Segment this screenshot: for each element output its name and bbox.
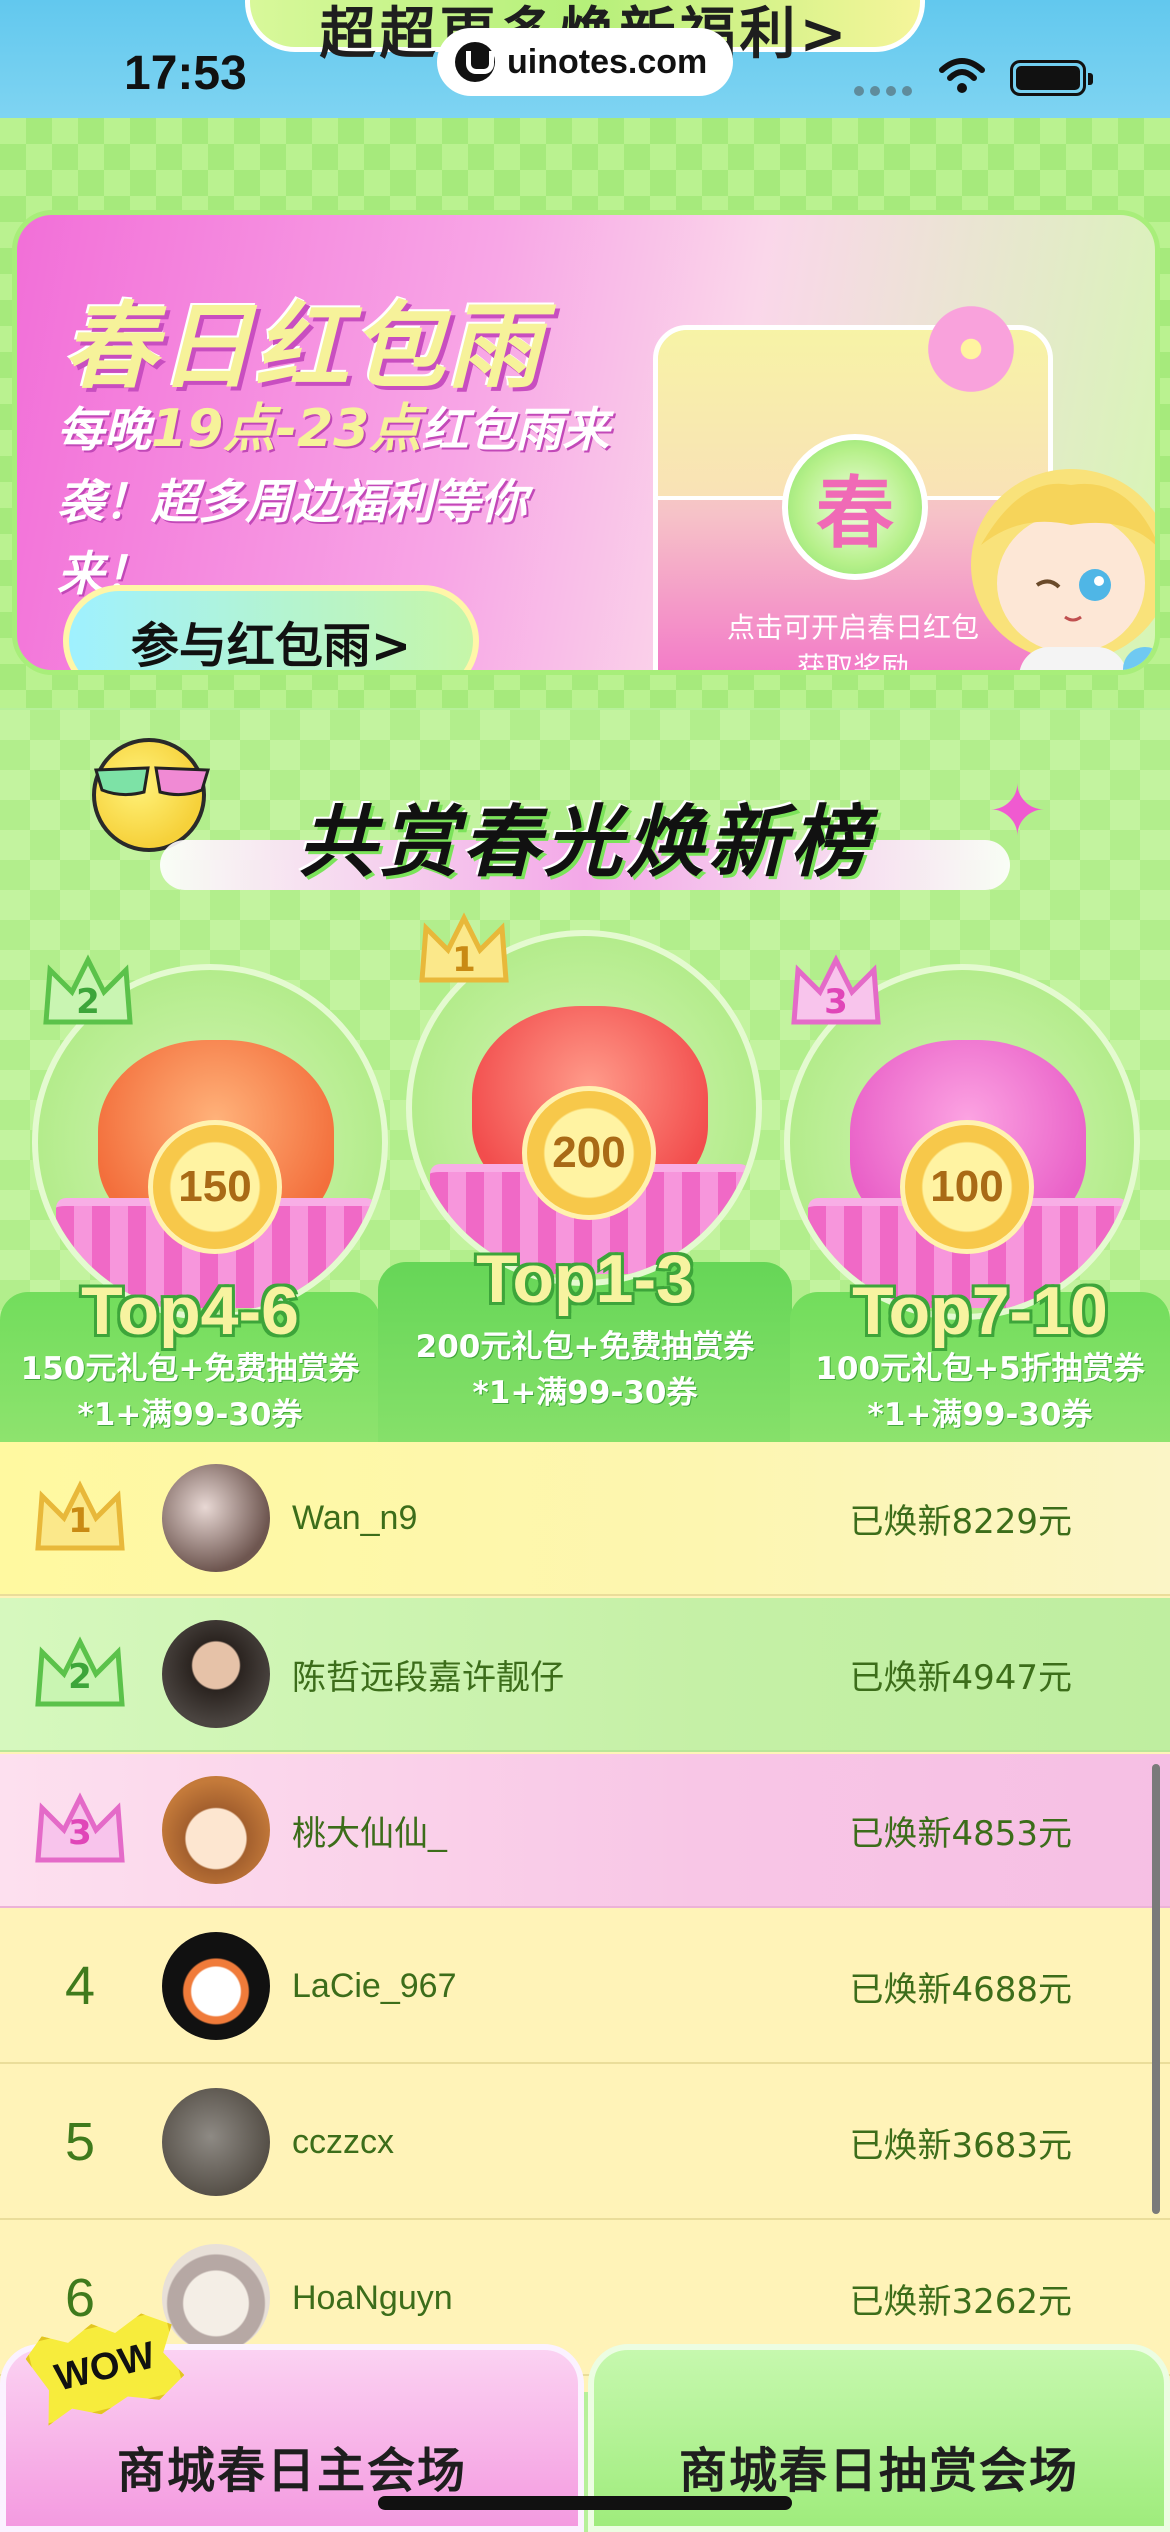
banner-title: 春日红包雨 [63, 293, 544, 402]
leaderboard-row[interactable]: 1 Wan_n9 已焕新8229元 [0, 1442, 1170, 1596]
rank-number: 5 [64, 2112, 96, 2172]
crown-number-2: 2 [76, 982, 100, 1022]
scrollbar[interactable] [1152, 1764, 1160, 2214]
tier-label-1: Top1-3 [476, 1241, 694, 1317]
crown-number-3: 3 [824, 982, 848, 1022]
envelope-tray [591, 670, 1160, 675]
url-text: uinotes.com [507, 42, 708, 81]
rank-badge: 2 [0, 1597, 160, 1751]
leaderboard-list[interactable]: 1 Wan_n9 已焕新8229元 2 陈哲远段嘉许靓仔 已焕新4947元 3 … [0, 1442, 1170, 2392]
main-venue-label: 商城春日主会场 [116, 2443, 467, 2499]
rank-badge: 3 [0, 1753, 160, 1907]
renew-amount: 已焕新3262元 [849, 2281, 1072, 2322]
user-name: HoaNguyn [292, 2278, 453, 2317]
rank-number: 2 [68, 1657, 92, 1697]
avatar[interactable] [162, 2088, 270, 2196]
rank-number: 6 [64, 2268, 96, 2328]
banner-description: 每晚19点-23点红包雨来袭！超多周边福利等你来！ [57, 393, 617, 611]
renew-amount: 已焕新4947元 [849, 1657, 1072, 1698]
status-time: 17:53 [124, 47, 247, 100]
tier-desc-3: 100元礼包+5折抽赏券 *1+满99-30券 [790, 1346, 1170, 1438]
prize-coin: 200 [522, 1086, 656, 1220]
renew-amount: 已焕新3683元 [849, 2125, 1072, 2166]
banner-desc-highlight: 19点-23点 [151, 399, 422, 459]
tier-desc-line1: 150元礼包+免费抽赏券 [20, 1351, 360, 1387]
renew-amount: 已焕新4853元 [849, 1813, 1072, 1854]
join-red-packet-button[interactable]: 参与红包雨> [63, 585, 479, 670]
rank-number: 1 [68, 1501, 92, 1541]
tier-label-3: Top7-10 [852, 1273, 1108, 1349]
envelope-seal: 春 [782, 434, 928, 580]
battery-icon [1010, 60, 1093, 96]
leaderboard-row[interactable]: 2 陈哲远段嘉许靓仔 已焕新4947元 [0, 1598, 1170, 1752]
sparkle-icon: ✦ [988, 770, 1047, 852]
home-indicator[interactable] [378, 2496, 792, 2510]
tier-desc-line1: 200元礼包+免费抽赏券 [415, 1329, 755, 1365]
avatar[interactable] [162, 1776, 270, 1884]
wifi-icon [939, 58, 985, 93]
rank-badge: 1 [0, 1441, 160, 1595]
user-name: 陈哲远段嘉许靓仔 [292, 1658, 564, 1697]
tier-desc-line1: 100元礼包+5折抽赏券 [815, 1351, 1145, 1387]
avatar[interactable] [162, 2244, 270, 2352]
prize-coin: 150 [148, 1120, 282, 1254]
banner-section: 春日红包雨 每晚19点-23点红包雨来袭！超多周边福利等你来！ 参与红包雨> 春… [0, 118, 1170, 708]
rank-number: 3 [68, 1813, 92, 1853]
site-logo-icon [455, 42, 495, 82]
crown-number-1: 1 [452, 940, 476, 980]
avatar[interactable] [162, 1932, 270, 2040]
tier-desc-line2: *1+满99-30券 [472, 1375, 698, 1411]
flower-icon [921, 299, 1021, 399]
banner-desc-pre: 每晚 [57, 403, 151, 458]
tier-desc-line2: *1+满99-30券 [77, 1397, 303, 1433]
user-name: Wan_n9 [292, 1498, 418, 1537]
rank-number: 4 [64, 1956, 96, 2016]
tier-label-2: Top4-6 [81, 1273, 299, 1349]
mascot-character [971, 469, 1155, 670]
renew-amount: 已焕新8229元 [849, 1501, 1072, 1542]
rank-badge: 5 [0, 2065, 160, 2219]
leaderboard-row[interactable]: 3 桃大仙仙_ 已焕新4853元 [0, 1754, 1170, 1908]
user-name: 桃大仙仙_ [292, 1814, 447, 1853]
top-strip: 超超更多焕新福利> 17:53 uinotes.com [0, 0, 1170, 120]
lottery-venue-label: 商城春日抽赏会场 [678, 2443, 1079, 2499]
avatar[interactable] [162, 1620, 270, 1728]
prize-coin: 100 [900, 1120, 1034, 1254]
user-name: cczzcx [292, 2122, 394, 2161]
leaderboard-row[interactable]: 5 cczzcx 已焕新3683元 [0, 2066, 1170, 2220]
url-pill[interactable]: uinotes.com [437, 28, 733, 96]
avatar[interactable] [162, 1464, 270, 1572]
renew-amount: 已焕新4688元 [849, 1969, 1072, 2010]
signal-icon [854, 86, 912, 96]
tier-desc-1: 200元礼包+免费抽赏券 *1+满99-30券 [378, 1324, 792, 1416]
rank-badge: 4 [0, 1909, 160, 2063]
tier-desc-2: 150元礼包+免费抽赏券 *1+满99-30券 [0, 1346, 380, 1438]
tier-desc-line2: *1+满99-30券 [867, 1397, 1093, 1433]
leaderboard-row[interactable]: 4 LaCie_967 已焕新4688元 [0, 1910, 1170, 2064]
user-name: LaCie_967 [292, 1966, 457, 2005]
spring-banner[interactable]: 春日红包雨 每晚19点-23点红包雨来袭！超多周边福利等你来！ 参与红包雨> 春… [12, 210, 1160, 675]
